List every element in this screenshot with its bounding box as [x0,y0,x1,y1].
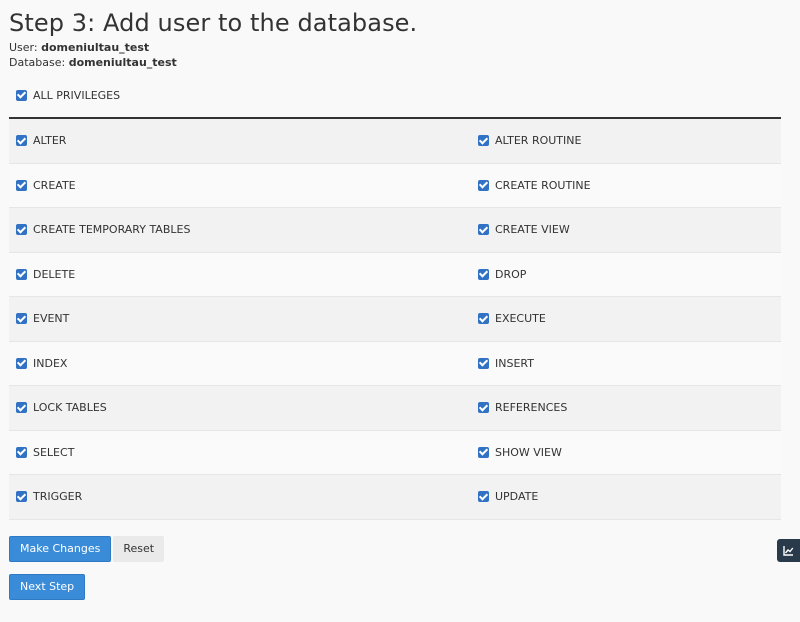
checkbox-checked-icon[interactable] [478,135,489,147]
side-tab[interactable] [777,539,800,562]
privilege-lock-tables[interactable]: LOCK TABLES [9,401,471,414]
privilege-update[interactable]: UPDATE [471,490,538,503]
privilege-label: SELECT [33,445,75,459]
privilege-label: REFERENCES [495,401,568,415]
user-line: User: domeniultau_test [9,41,800,55]
privilege-alter[interactable]: ALTER [9,134,471,147]
table-row: EVENT EXECUTE [9,297,781,342]
privilege-label: DROP [495,267,527,281]
database-value: domeniultau_test [68,56,177,69]
table-row: ALTER ALTER ROUTINE [9,119,781,164]
table-row: CREATE TEMPORARY TABLES CREATE VIEW [9,208,781,253]
privilege-create-view[interactable]: CREATE VIEW [471,223,570,236]
checkbox-checked-icon[interactable] [16,446,27,458]
privilege-delete[interactable]: DELETE [9,268,471,281]
checkbox-checked-icon[interactable] [478,179,489,191]
privilege-create-routine[interactable]: CREATE ROUTINE [471,179,591,192]
checkbox-checked-icon[interactable] [16,402,27,414]
privilege-label: TRIGGER [33,490,83,504]
database-line: Database: domeniultau_test [9,56,800,70]
privilege-label: ALTER [33,134,67,148]
checkbox-checked-icon[interactable] [16,135,27,147]
checkbox-checked-icon[interactable] [478,268,489,280]
privilege-alter-routine[interactable]: ALTER ROUTINE [471,134,581,147]
privilege-label: SHOW VIEW [495,445,562,459]
privilege-label: ALTER ROUTINE [495,134,582,148]
checkbox-checked-icon[interactable] [16,313,27,325]
privilege-label: INSERT [495,356,534,370]
next-step-row: Next Step [9,573,800,600]
checkbox-checked-icon[interactable] [478,224,489,236]
database-label: Database: [9,56,66,69]
user-label: User: [9,41,38,54]
all-privileges-label: ALL PRIVILEGES [33,88,121,102]
privilege-label: EXECUTE [495,312,546,326]
user-value: domeniultau_test [41,41,150,54]
checkbox-checked-icon[interactable] [16,224,27,236]
privilege-insert[interactable]: INSERT [471,357,534,370]
page: Step 3: Add user to the database. User: … [0,0,800,600]
action-buttons: Make Changes Reset [9,535,800,562]
all-privileges-checkbox[interactable]: ALL PRIVILEGES [16,88,800,102]
privilege-label: CREATE ROUTINE [495,178,591,192]
privilege-drop[interactable]: DROP [471,268,526,281]
table-row: DELETE DROP [9,252,781,297]
checkbox-checked-icon[interactable] [16,268,27,280]
privilege-index[interactable]: INDEX [9,357,471,370]
checkbox-checked-icon[interactable] [16,89,27,101]
checkbox-checked-icon[interactable] [478,357,489,369]
checkbox-checked-icon[interactable] [16,179,27,191]
privilege-trigger[interactable]: TRIGGER [9,490,471,503]
table-row: CREATE CREATE ROUTINE [9,163,781,208]
privilege-create[interactable]: CREATE [9,179,471,192]
checkbox-checked-icon[interactable] [478,313,489,325]
next-step-button[interactable]: Next Step [9,573,86,600]
privilege-event[interactable]: EVENT [9,312,471,325]
table-row: INDEX INSERT [9,341,781,386]
privilege-label: INDEX [33,356,68,370]
checkbox-checked-icon[interactable] [16,491,27,503]
privilege-create-temporary-tables[interactable]: CREATE TEMPORARY TABLES [9,223,471,236]
checkbox-checked-icon[interactable] [478,491,489,503]
chart-icon [783,546,794,556]
privilege-label: CREATE [33,178,76,192]
privilege-show-view[interactable]: SHOW VIEW [471,446,562,459]
privilege-label: UPDATE [495,490,539,504]
checkbox-checked-icon[interactable] [478,446,489,458]
checkbox-checked-icon[interactable] [16,357,27,369]
privilege-references[interactable]: REFERENCES [471,401,567,414]
reset-button[interactable]: Reset [113,535,165,562]
table-row: TRIGGER UPDATE [9,475,781,520]
privilege-label: EVENT [33,312,70,326]
privilege-execute[interactable]: EXECUTE [471,312,546,325]
privilege-label: DELETE [33,267,76,281]
privilege-select[interactable]: SELECT [9,446,471,459]
make-changes-button[interactable]: Make Changes [9,535,112,562]
table-row: LOCK TABLES REFERENCES [9,386,781,431]
page-title: Step 3: Add user to the database. [9,9,418,37]
checkbox-checked-icon[interactable] [478,402,489,414]
privilege-label: CREATE TEMPORARY TABLES [33,223,191,237]
privilege-label: CREATE VIEW [495,223,570,237]
privilege-label: LOCK TABLES [33,401,107,415]
table-row: SELECT SHOW VIEW [9,430,781,475]
privileges-table: ALTER ALTER ROUTINE CREATE CREATE ROUTIN… [9,117,781,520]
